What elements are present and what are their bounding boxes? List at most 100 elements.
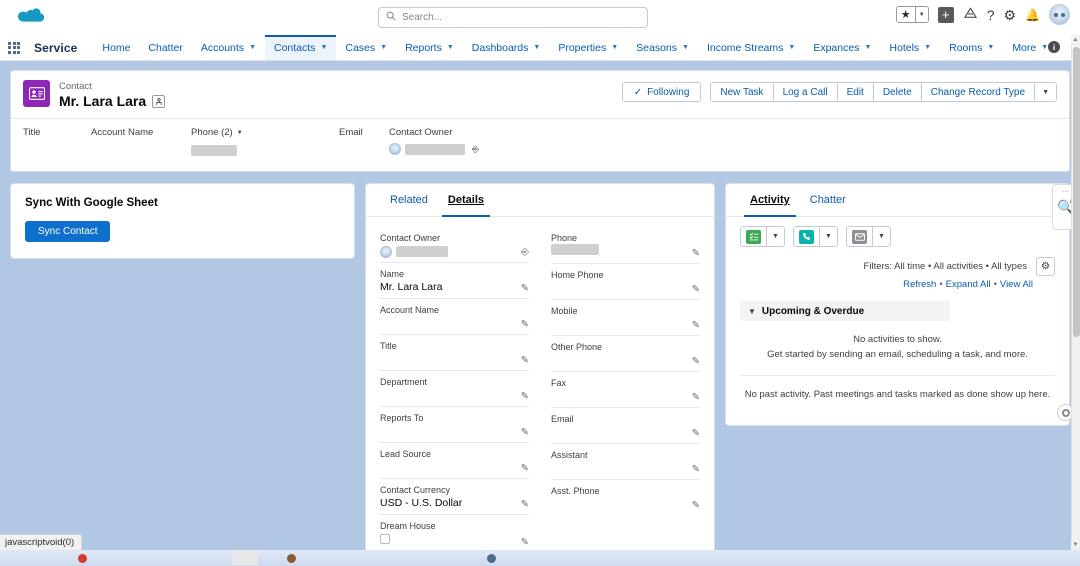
pencil-icon[interactable]: ✎: [692, 357, 700, 367]
nav-item-properties[interactable]: Properties ▼: [549, 35, 627, 60]
page-scrollbar[interactable]: ▲ ▼: [1071, 35, 1080, 550]
pencil-icon[interactable]: ✎: [521, 284, 529, 294]
chevron-down-icon[interactable]: ▼: [380, 44, 387, 51]
browser-status-bar: javascriptvoid(0): [0, 534, 83, 550]
new-task-button[interactable]: New Task: [710, 82, 774, 102]
tab-chatter[interactable]: Chatter: [800, 184, 856, 216]
email-dropdown-icon[interactable]: ▼: [873, 226, 891, 247]
chevron-down-icon[interactable]: ▼: [788, 44, 795, 51]
pencil-icon[interactable]: ✎: [521, 500, 529, 510]
chevron-down-icon[interactable]: ▼: [447, 44, 454, 51]
chevron-down-icon[interactable]: ▼: [249, 44, 256, 51]
pencil-icon[interactable]: ✎: [692, 393, 700, 403]
pencil-icon[interactable]: ✎: [521, 392, 529, 402]
nav-item-hotels[interactable]: Hotels ▼: [880, 35, 940, 60]
nav-item-expances[interactable]: Expances ▼: [804, 35, 880, 60]
setup-gear-icon[interactable]: ⚙: [1003, 8, 1016, 22]
pencil-icon[interactable]: ✎: [692, 285, 700, 295]
chevron-down-icon[interactable]: ▼: [864, 44, 871, 51]
chevron-down-icon[interactable]: ▼: [320, 44, 327, 51]
global-search[interactable]: Search...: [378, 7, 648, 28]
chevron-down-icon[interactable]: ▼: [533, 44, 540, 51]
past-activity-empty-state: No past activity. Past meetings and task…: [740, 375, 1055, 416]
nav-item-seasons[interactable]: Seasons ▼: [627, 35, 698, 60]
nav-item-chatter[interactable]: Chatter: [139, 35, 191, 60]
change-owner-icon[interactable]: ⎆: [521, 248, 529, 258]
favorites-dropdown-icon[interactable]: ▼: [914, 7, 928, 22]
pencil-icon[interactable]: ✎: [692, 501, 700, 511]
favorites-group[interactable]: ★ ▼: [895, 6, 929, 23]
add-icon[interactable]: +: [937, 6, 954, 23]
pencil-icon[interactable]: ✎: [692, 321, 700, 331]
more-actions-dropdown-icon[interactable]: ▼: [1035, 82, 1057, 102]
salesforce-cloud-logo[interactable]: [14, 7, 48, 29]
nav-item-contacts[interactable]: Contacts ▼: [265, 35, 337, 60]
chevron-down-icon[interactable]: ▼: [987, 44, 994, 51]
taskbar-icon-1[interactable]: [78, 554, 87, 563]
chevron-down-icon[interactable]: ▼: [748, 307, 756, 316]
chevron-down-icon[interactable]: ▼: [237, 130, 243, 136]
refresh-link[interactable]: Refresh: [903, 279, 936, 290]
chevron-down-icon[interactable]: ▼: [682, 44, 689, 51]
user-avatar[interactable]: [1049, 4, 1070, 25]
nav-item-cases[interactable]: Cases ▼: [336, 35, 396, 60]
nav-item-dashboards[interactable]: Dashboards ▼: [463, 35, 550, 60]
info-badge-icon[interactable]: i: [1048, 41, 1060, 53]
taskbar-icon-4[interactable]: [487, 554, 496, 563]
pencil-icon[interactable]: ✎: [521, 356, 529, 366]
change-owner-icon[interactable]: ⎆: [472, 144, 479, 155]
tab-details[interactable]: Details: [438, 184, 494, 217]
hierarchy-icon[interactable]: [152, 95, 166, 108]
log-call-action[interactable]: [793, 226, 820, 247]
scroll-down-arrow-icon[interactable]: ▼: [1071, 540, 1080, 550]
pencil-icon[interactable]: ✎: [521, 428, 529, 438]
change-record-type-button[interactable]: Change Record Type: [921, 82, 1036, 102]
chevron-down-icon[interactable]: ▼: [924, 44, 931, 51]
activity-filters-row: Filters: All time • All activities • All…: [726, 251, 1069, 276]
nav-item-rooms[interactable]: Rooms ▼: [940, 35, 1003, 60]
view-all-link[interactable]: View All: [1000, 279, 1033, 290]
app-launcher-icon[interactable]: [0, 35, 28, 60]
taskbar-icon-2[interactable]: [232, 550, 258, 565]
sync-contact-button[interactable]: Sync Contact: [25, 221, 111, 242]
nav-item-label: Home: [102, 41, 131, 54]
tab-related[interactable]: Related: [380, 184, 438, 216]
field-value: [551, 425, 700, 440]
cloud-setup-icon[interactable]: [963, 7, 978, 22]
log-a-call-button[interactable]: Log a Call: [773, 82, 838, 102]
pencil-icon[interactable]: ✎: [692, 249, 700, 259]
upcoming-overdue-section-header[interactable]: ▼ Upcoming & Overdue: [740, 301, 950, 321]
activity-filter-gear-icon[interactable]: ⚙: [1036, 257, 1055, 276]
email-action[interactable]: [846, 226, 873, 247]
notifications-bell-icon[interactable]: 🔔: [1025, 9, 1040, 21]
delete-button[interactable]: Delete: [873, 82, 922, 102]
favorites-star-icon[interactable]: ★: [896, 7, 915, 22]
scroll-up-arrow-icon[interactable]: ▲: [1071, 35, 1080, 45]
taskbar-icon-3[interactable]: [287, 554, 296, 563]
log-call-dropdown-icon[interactable]: ▼: [820, 226, 838, 247]
nav-item-accounts[interactable]: Accounts ▼: [192, 35, 265, 60]
chevron-down-icon[interactable]: ▼: [611, 44, 618, 51]
pencil-icon[interactable]: ✎: [521, 464, 529, 474]
edit-button[interactable]: Edit: [837, 82, 874, 102]
checkbox[interactable]: [380, 534, 390, 544]
pencil-icon[interactable]: ✎: [521, 538, 529, 548]
scrollbar-thumb[interactable]: [1073, 47, 1080, 337]
nav-item-income-streams[interactable]: Income Streams ▼: [698, 35, 804, 60]
expand-all-link[interactable]: Expand All: [946, 279, 991, 290]
nav-item-home[interactable]: Home: [93, 35, 139, 60]
nav-item-reports[interactable]: Reports ▼: [396, 35, 463, 60]
search-input[interactable]: Search...: [378, 7, 648, 28]
activity-empty-state: No activities to show. Get started by se…: [726, 321, 1069, 375]
pencil-icon[interactable]: ✎: [692, 465, 700, 475]
field-value: [551, 281, 700, 296]
new-task-dropdown-icon[interactable]: ▼: [767, 226, 785, 247]
field-label: Department: [380, 377, 428, 387]
tab-activity[interactable]: Activity: [740, 184, 800, 217]
phone-icon: [799, 229, 814, 244]
following-button[interactable]: ✓ Following: [621, 82, 702, 102]
help-icon[interactable]: ?: [987, 8, 995, 22]
new-task-action[interactable]: [740, 226, 767, 247]
pencil-icon[interactable]: ✎: [692, 429, 700, 439]
pencil-icon[interactable]: ✎: [521, 320, 529, 330]
